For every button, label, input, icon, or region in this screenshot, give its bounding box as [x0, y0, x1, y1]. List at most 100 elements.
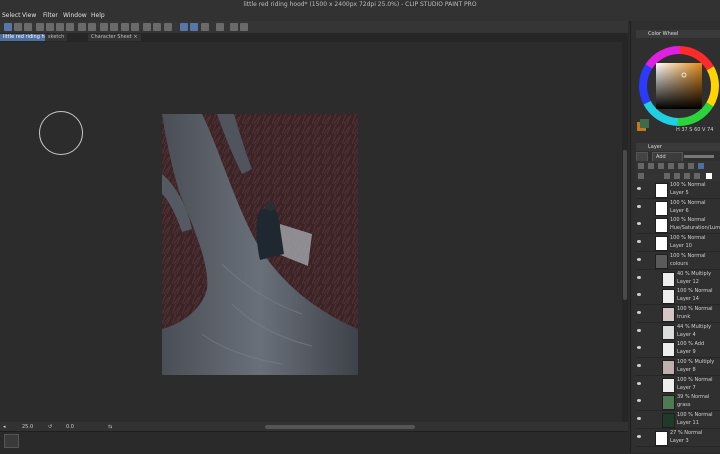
merge-down-icon[interactable]	[664, 173, 670, 179]
rotation-value[interactable]: 0.0	[66, 424, 74, 430]
layer-blend-mode: 100 % Normal	[670, 252, 706, 259]
layer-row[interactable]: 100 % Normal colours	[636, 251, 720, 270]
tab-character-sheet[interactable]: Character Sheet ×	[88, 34, 141, 41]
eye-icon[interactable]	[637, 222, 641, 226]
deselect-icon[interactable]	[143, 23, 151, 31]
eye-icon[interactable]	[637, 417, 641, 421]
rotate-left-icon[interactable]: ↺	[48, 424, 52, 430]
redo-icon[interactable]	[88, 23, 96, 31]
color-wheel-graphic: H 37 S 60 V 74	[637, 46, 719, 133]
menu-window[interactable]: Window	[63, 12, 87, 19]
layer-thumbnail	[662, 413, 675, 429]
menu-filter[interactable]: Filter	[43, 12, 58, 19]
layer-blend-mode: 100 % Normal	[670, 182, 706, 188]
layer-list: 100 % Normal Layer 5 100 % Normal Layer 6 10…	[636, 181, 720, 453]
eye-icon[interactable]	[637, 328, 641, 332]
eye-icon[interactable]	[637, 310, 641, 314]
delete-layer-icon[interactable]	[694, 173, 700, 179]
invert-selection-icon[interactable]	[153, 23, 161, 31]
clip-layer-icon[interactable]	[668, 163, 674, 169]
layer-row[interactable]: 44 % Multiply Layer 4	[636, 322, 720, 341]
selection-icon[interactable]	[164, 23, 172, 31]
eye-icon[interactable]	[637, 187, 641, 190]
layer-color-swatch[interactable]	[706, 173, 712, 179]
eye-icon[interactable]	[637, 204, 641, 208]
snap-grid-icon[interactable]	[190, 23, 198, 31]
export-icon[interactable]	[46, 23, 54, 31]
transform-icon[interactable]	[131, 23, 139, 31]
fill-icon[interactable]	[121, 23, 129, 31]
layer-row[interactable]: 100 % Normal Layer 14	[636, 287, 720, 306]
new-folder-icon[interactable]	[648, 163, 654, 169]
layer-blend-mode: 100 % Normal	[677, 412, 713, 419]
color-wheel[interactable]: H 37 S 60 V 74	[636, 42, 720, 134]
layer-row[interactable]: 100 % Normal Hue/Saturation/Lum	[636, 216, 720, 235]
layer-color-icon[interactable]	[698, 163, 704, 169]
eye-icon[interactable]	[637, 346, 641, 350]
rotate-icon[interactable]	[100, 23, 108, 31]
layer-row[interactable]: 100 % Normal Layer 6	[636, 198, 720, 217]
eye-icon[interactable]	[637, 381, 641, 385]
menu-help[interactable]: Help	[91, 12, 105, 19]
new-canvas-icon[interactable]	[4, 23, 12, 31]
layer-row[interactable]: 27 % Normal Layer 3	[636, 428, 720, 447]
eye-icon[interactable]	[637, 275, 641, 279]
learn-icon[interactable]	[66, 23, 74, 31]
layer-row[interactable]: 100 % Add Layer 9	[636, 340, 720, 359]
ruler-icon[interactable]	[201, 23, 209, 31]
layer-row[interactable]: 40 % Multiply Layer 12	[636, 269, 720, 288]
title-bar: little red riding hood* (1500 x 2400px 7…	[0, 0, 720, 10]
toggle-view-icon[interactable]	[230, 23, 238, 31]
settings-icon[interactable]	[216, 23, 224, 31]
layout-toggle-icon[interactable]	[4, 434, 19, 448]
eye-icon[interactable]	[637, 293, 641, 297]
new-raster-layer-icon[interactable]	[638, 163, 644, 169]
tab-sketch[interactable]: sketch	[45, 34, 68, 41]
layer-name: Layer 10	[670, 243, 692, 250]
layer-row[interactable]: 100 % Normal Layer 10	[636, 234, 720, 253]
snap-ruler-icon[interactable]	[180, 23, 188, 31]
layer-name: Layer 4	[677, 331, 696, 338]
layer-name: Layer 5	[670, 190, 689, 196]
layer-name: Layer 6	[670, 207, 689, 214]
zoom-value[interactable]: 25.0	[22, 424, 33, 430]
layer-row[interactable]: 100 % Normal Layer 5	[636, 181, 720, 199]
layer-toolbar	[636, 161, 720, 181]
color-wheel-header: Color Wheel	[636, 30, 720, 38]
eye-icon[interactable]	[637, 240, 641, 244]
layer-row[interactable]: 39 % Normal grass	[636, 393, 720, 412]
lock-icon[interactable]	[658, 163, 664, 169]
opacity-slider[interactable]	[684, 155, 714, 158]
canvas-artwork[interactable]	[162, 114, 358, 375]
undo-icon[interactable]	[78, 23, 86, 31]
layer-thumbnail	[662, 289, 675, 305]
layer-panel-title: Layer	[648, 144, 662, 150]
new-vector-layer-icon[interactable]	[674, 173, 680, 179]
duplicate-layer-icon[interactable]	[684, 173, 690, 179]
zoom-out-icon[interactable]: ◂	[3, 424, 6, 430]
open-icon[interactable]	[14, 23, 22, 31]
menu-select[interactable]: Select	[2, 12, 21, 19]
vertical-scroll-thumb[interactable]	[623, 150, 627, 300]
clear-icon[interactable]	[110, 23, 118, 31]
layer-row[interactable]: 100 % Multiply Layer 8	[636, 358, 720, 376]
layer-row[interactable]: 100 % Normal trunk	[636, 304, 720, 323]
eye-icon[interactable]	[637, 434, 641, 438]
clip-studio-icon[interactable]	[36, 23, 44, 31]
assets-icon[interactable]	[56, 23, 64, 31]
mask-icon[interactable]	[688, 163, 694, 169]
save-icon[interactable]	[24, 23, 32, 31]
eye-icon[interactable]	[637, 257, 641, 261]
hand-icon[interactable]	[240, 23, 248, 31]
menu-view[interactable]: View	[22, 12, 36, 19]
layer-row[interactable]: 100 % Normal Layer 11	[636, 411, 720, 430]
layer-menu-icon[interactable]	[638, 173, 644, 179]
layer-row[interactable]: 100 % Normal Layer 7	[636, 375, 720, 394]
reference-layer-icon[interactable]	[678, 163, 684, 169]
horizontal-scroll-thumb[interactable]	[265, 425, 415, 429]
layer-name: colours	[670, 260, 689, 267]
eye-icon[interactable]	[637, 364, 641, 367]
eye-icon[interactable]	[637, 399, 641, 403]
flip-icon[interactable]: ⇆	[108, 424, 112, 430]
layer-thumbnail	[655, 183, 668, 198]
